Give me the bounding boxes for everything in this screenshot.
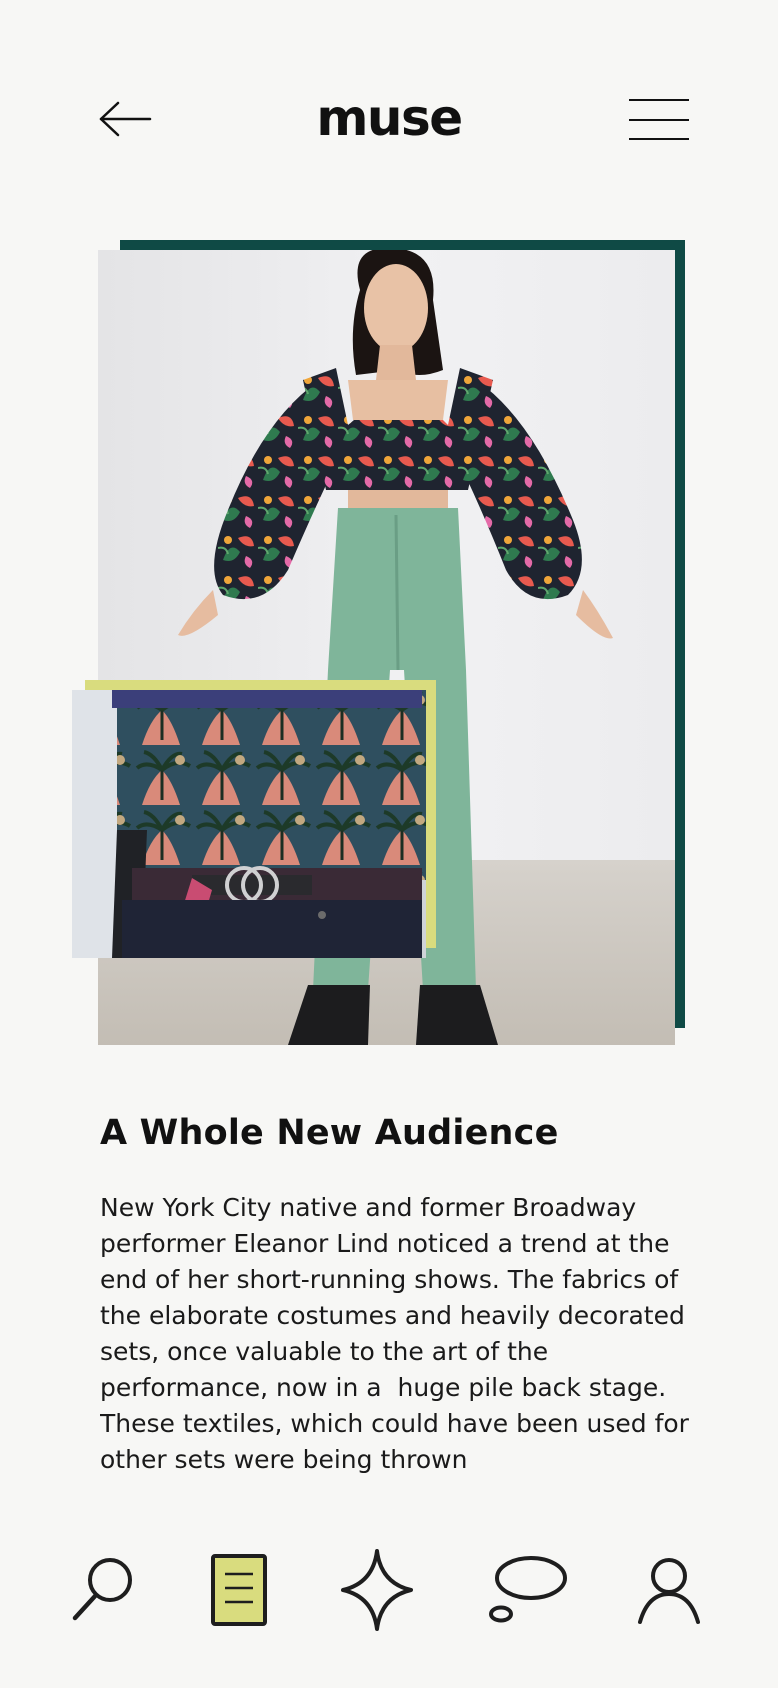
search-icon [72,1558,132,1621]
nav-discover[interactable] [332,1540,422,1640]
article-icon [211,1554,267,1626]
article-title: A Whole New Audience [100,1113,559,1153]
hamburger-menu-icon [629,99,689,140]
profile-icon [638,1558,700,1624]
nav-search[interactable] [58,1540,148,1640]
menu-button[interactable] [627,98,691,142]
article-body: New York City native and former Broadway… [100,1193,697,1474]
nav-profile[interactable] [624,1540,714,1640]
sparkle-icon [341,1549,413,1631]
bottom-navigation [0,1520,778,1688]
nav-messages[interactable] [482,1540,572,1640]
chat-bubble-icon [489,1556,567,1623]
nav-articles[interactable] [194,1540,284,1640]
detail-image [72,690,426,958]
